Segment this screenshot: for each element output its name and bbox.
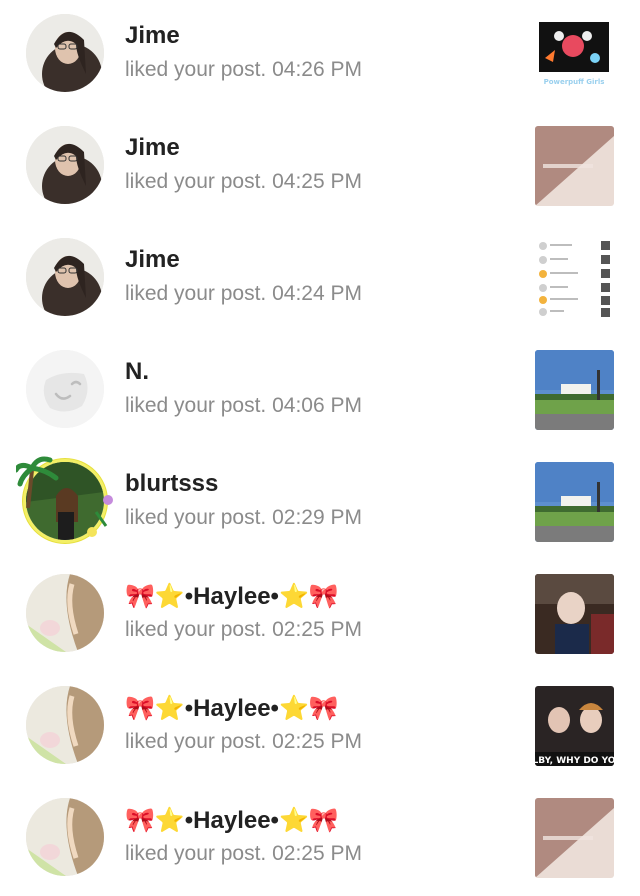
username[interactable]: Jime [125, 22, 180, 50]
post-thumbnail[interactable] [535, 350, 614, 430]
list-item[interactable]: 🎀⭐•Haylee•⭐🎀 liked your post. 02:25 PM L… [0, 672, 640, 784]
post-thumbnail[interactable] [535, 798, 614, 878]
activity-text: liked your post. 04:26 PM [125, 58, 362, 81]
username[interactable]: Jime [125, 246, 180, 274]
post-thumbnail[interactable]: LBY, WHY DO YO [535, 686, 614, 766]
list-item[interactable]: 🎀⭐•Haylee•⭐🎀 liked your post. 02:25 PM [0, 784, 640, 896]
activity-text: liked your post. 02:25 PM [125, 842, 362, 865]
list-item[interactable]: 🎀⭐•Haylee•⭐🎀 liked your post. 02:25 PM [0, 560, 640, 672]
username[interactable]: 🎀⭐•Haylee•⭐🎀 [125, 694, 339, 723]
username[interactable]: Jime [125, 134, 180, 162]
avatar[interactable] [26, 462, 104, 540]
post-thumbnail[interactable] [535, 238, 614, 318]
username[interactable]: 🎀⭐•Haylee•⭐🎀 [125, 806, 339, 835]
username[interactable]: blurtsss [125, 470, 218, 498]
list-item[interactable]: N. liked your post. 04:06 PM [0, 336, 640, 448]
avatar[interactable] [26, 798, 104, 876]
activity-text: liked your post. 04:06 PM [125, 394, 362, 417]
post-thumbnail[interactable] [535, 126, 614, 206]
activity-text: liked your post. 04:25 PM [125, 170, 362, 193]
activity-text: liked your post. 02:25 PM [125, 618, 362, 641]
post-thumbnail[interactable]: Powerpuff Girls [535, 14, 614, 94]
list-item[interactable]: Jime liked your post. 04:25 PM [0, 112, 640, 224]
post-thumbnail[interactable] [535, 574, 614, 654]
username[interactable]: 🎀⭐•Haylee•⭐🎀 [125, 582, 339, 611]
avatar[interactable] [26, 686, 104, 764]
activity-text: liked your post. 04:24 PM [125, 282, 362, 305]
activity-text: liked your post. 02:25 PM [125, 730, 362, 753]
svg-text:Powerpuff Girls: Powerpuff Girls [544, 78, 605, 86]
svg-text:LBY, WHY DO YO: LBY, WHY DO YO [535, 756, 614, 766]
avatar[interactable] [26, 238, 104, 316]
list-item[interactable]: Jime liked your post. 04:24 PM [0, 224, 640, 336]
avatar[interactable] [26, 350, 104, 428]
avatar[interactable] [26, 14, 104, 92]
avatar[interactable] [26, 574, 104, 652]
activity-text: liked your post. 02:29 PM [125, 506, 362, 529]
post-thumbnail[interactable] [535, 462, 614, 542]
avatar[interactable] [26, 126, 104, 204]
list-item[interactable]: Jime liked your post. 04:26 PM Powerpuff… [0, 0, 640, 112]
list-item[interactable]: blurtsss liked your post. 02:29 PM [0, 448, 640, 560]
username[interactable]: N. [125, 358, 149, 386]
